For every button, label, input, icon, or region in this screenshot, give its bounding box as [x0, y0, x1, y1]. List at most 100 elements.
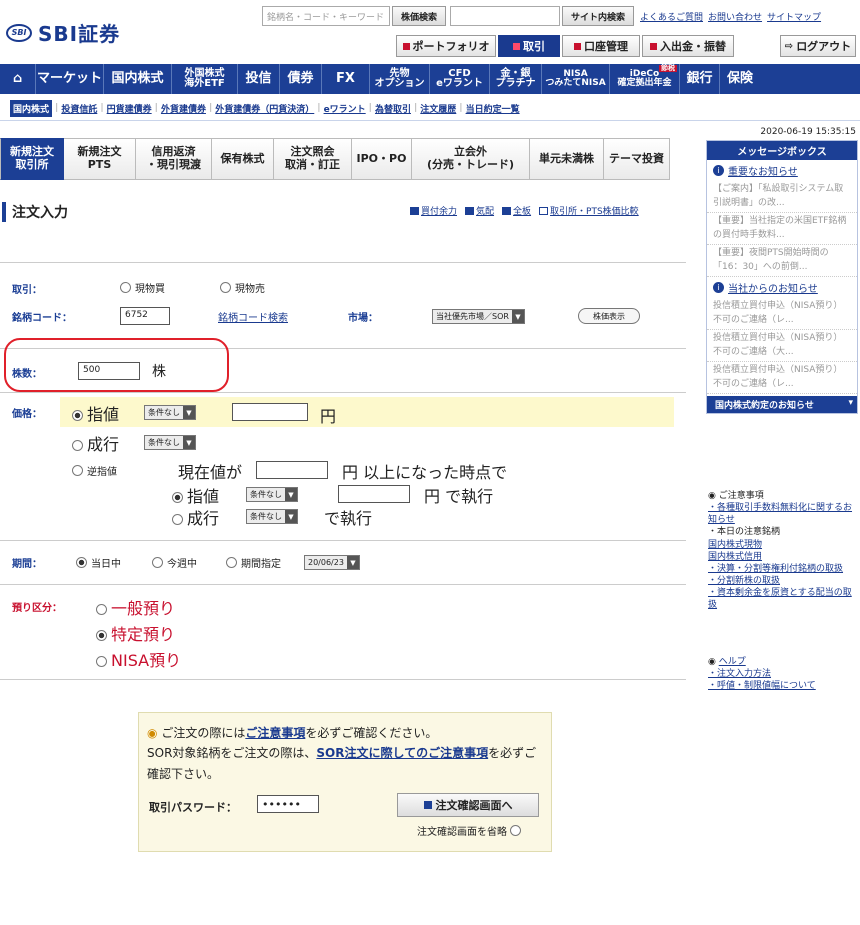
buy-radio[interactable]: 現物買 — [120, 280, 165, 295]
specific-radio[interactable]: 特定預り — [96, 621, 175, 645]
buying-power-link[interactable]: 買付余力 — [410, 204, 457, 217]
today-radio[interactable]: 当日中 — [76, 555, 121, 570]
sbi-logo[interactable]: SBI SBI証券 — [6, 18, 120, 47]
help-item[interactable]: ・呼値・制限値幅について — [708, 680, 856, 692]
tab-theme[interactable]: テーマ投資 — [604, 138, 670, 180]
sor-notes-link[interactable]: SOR注文に際してのご注意事項 — [316, 746, 488, 760]
faq-link[interactable]: よくあるご質問 — [640, 10, 703, 23]
skip-confirm-checkbox[interactable]: 注文確認画面を省略 — [417, 823, 522, 838]
notice-item[interactable]: ・資本剰余金を原資とする配当の取扱 — [708, 587, 856, 611]
stock-search-button[interactable]: 株価検索 — [392, 6, 446, 26]
nav-fund[interactable]: 投信 — [238, 64, 280, 94]
logout-button[interactable]: ⇨ ログアウト — [780, 35, 856, 57]
help-item[interactable]: ・注文入力方法 — [708, 668, 856, 680]
nav-insurance[interactable]: 保険 — [720, 64, 760, 94]
subnav-ewarrant[interactable]: eワラント — [324, 102, 366, 115]
news-item[interactable]: 投信積立買付申込（NISA預り）不可のご連絡（レ... — [707, 362, 857, 394]
nav-fx[interactable]: FX — [322, 64, 370, 94]
notes-link[interactable]: ご注意事項 — [245, 726, 305, 740]
subnav-foreign-bond[interactable]: 外貨建債券 — [161, 102, 206, 115]
tab-new-order-pts[interactable]: 新規注文 PTS — [64, 138, 136, 180]
nav-market[interactable]: マーケット — [36, 64, 104, 94]
notice-item[interactable]: ・決算・分割等権利付銘柄の取扱 — [708, 563, 856, 575]
compare-link[interactable]: 取引所・PTS株価比較 — [539, 204, 639, 217]
help-link[interactable]: ヘルプ — [719, 657, 746, 667]
market-cond-select[interactable]: 条件なし ▼ — [144, 435, 196, 450]
general-radio[interactable]: 一般預り — [96, 595, 175, 619]
tab-deposit[interactable]: 入出金・振替 — [642, 35, 734, 57]
tab-margin-return[interactable]: 信用返済 ・現引現渡 — [136, 138, 212, 180]
code-input[interactable]: 6752 — [120, 307, 170, 325]
notice-item[interactable]: ・各種取引手数料無料化に関するお知らせ — [708, 502, 856, 526]
stop-market-cond-select[interactable]: 条件なし ▼ — [246, 509, 298, 524]
news-item[interactable]: 投信積立買付申込（NISA預り）不可のご連絡（大... — [707, 330, 857, 362]
subnav-fund[interactable]: 投資信託 — [61, 102, 97, 115]
tab-odd-lot[interactable]: 単元未満株 — [530, 138, 604, 180]
nav-bank[interactable]: 銀行 — [680, 64, 720, 94]
tab-order-inquiry[interactable]: 注文照会 取消・訂正 — [274, 138, 352, 180]
nav-cfd[interactable]: CFD eワラント — [430, 64, 490, 94]
stop-limit-cond-select[interactable]: 条件なし ▼ — [246, 487, 298, 502]
tab-holdings[interactable]: 保有株式 — [212, 138, 274, 180]
nav-ideco[interactable]: iDeCo 確定拠出年金 節税 — [610, 64, 680, 94]
tab-new-order-exchange[interactable]: 新規注文 取引所 — [0, 138, 64, 180]
company-notices-link[interactable]: i 当社からのお知らせ — [707, 277, 857, 298]
site-search-button[interactable]: サイト内検索 — [562, 6, 634, 26]
code-search-link[interactable]: 銘柄コード検索 — [218, 309, 288, 324]
nav-foreign-stock[interactable]: 外国株式 海外ETF — [172, 64, 238, 94]
subnav-domestic[interactable]: 国内株式 — [10, 99, 53, 117]
quote-link[interactable]: 気配 — [465, 204, 494, 217]
nav-gold[interactable]: 金・銀 プラチナ — [490, 64, 542, 94]
price-display-button[interactable]: 株価表示 — [578, 308, 640, 324]
confirm-submit-button[interactable]: 注文確認画面へ — [397, 793, 539, 817]
news-item[interactable]: 【重要】夜間PTS開始時間の「16：30」への前倒... — [707, 245, 857, 277]
full-board-link[interactable]: 全板 — [502, 204, 531, 217]
contract-notice-link[interactable]: 国内株式約定のお知らせ ▾ — [707, 396, 857, 413]
contact-link[interactable]: お問い合わせ — [708, 10, 762, 23]
tab-portfolio[interactable]: ポートフォリオ — [396, 35, 496, 57]
stop-limit-price-input[interactable] — [338, 485, 410, 503]
stop-radio[interactable]: 逆指値 — [72, 463, 117, 478]
notice-item[interactable]: 国内株式現物 — [708, 539, 856, 551]
nav-bond[interactable]: 債券 — [280, 64, 322, 94]
news-item[interactable]: 【重要】当社指定の米国ETF銘柄の買付時手数料... — [707, 213, 857, 245]
period-date-select[interactable]: 20/06/23 ▼ — [304, 555, 360, 570]
tab-ipo[interactable]: IPO・PO — [352, 138, 412, 180]
period-specify-radio[interactable]: 期間指定 — [226, 555, 281, 570]
market-select[interactable]: 当社優先市場／SOR ▼ — [432, 309, 525, 324]
subnav-order-history[interactable]: 注文履歴 — [420, 102, 456, 115]
sitemap-link[interactable]: サイトマップ — [767, 10, 821, 23]
notice-item[interactable]: 国内株式信用 — [708, 551, 856, 563]
limit-radio[interactable]: 指値 — [72, 401, 119, 425]
subnav-today-executions[interactable]: 当日約定一覧 — [466, 102, 520, 115]
this-week-radio[interactable]: 今週中 — [152, 555, 197, 570]
stop-trigger-input[interactable] — [256, 461, 328, 479]
news-item[interactable]: 投信積立買付申込（NISA預り）不可のご連絡（レ... — [707, 298, 857, 330]
password-input[interactable]: •••••• — [257, 795, 319, 813]
subnav-foreign-bond-yen[interactable]: 外貨建債券（円貨決済） — [215, 102, 314, 115]
notice-item[interactable]: ・分割新株の取扱 — [708, 575, 856, 587]
home-icon[interactable]: ⌂ — [0, 64, 36, 94]
tab-trade[interactable]: 取引 — [498, 35, 560, 57]
tab-off-floor[interactable]: 立会外 (分売・トレード) — [412, 138, 530, 180]
nav-futures[interactable]: 先物 オプション — [370, 64, 430, 94]
help-header[interactable]: ◉ ヘルプ — [708, 656, 856, 668]
subnav-yen-bond[interactable]: 円貨建債券 — [107, 102, 152, 115]
sell-radio[interactable]: 現物売 — [220, 280, 265, 295]
this-week-label: 今週中 — [167, 559, 197, 570]
subnav-fx-trade[interactable]: 為替取引 — [375, 102, 411, 115]
stop-market-radio[interactable]: 成行 — [172, 505, 219, 529]
nisa-radio[interactable]: NISA預り — [96, 647, 181, 671]
nav-nisa[interactable]: NISA つみたてNISA — [542, 64, 610, 94]
stop-limit-radio[interactable]: 指値 — [172, 483, 219, 507]
nav-domestic-stock[interactable]: 国内株式 — [104, 64, 172, 94]
price-label: 価格： — [12, 409, 42, 420]
stock-search-input[interactable]: 銘柄名・コード・キーワード — [262, 6, 390, 26]
important-notices-link[interactable]: i 重要なお知らせ — [707, 160, 857, 181]
site-search-input[interactable] — [450, 6, 560, 26]
tab-account[interactable]: 口座管理 — [562, 35, 640, 57]
news-item[interactable]: 【ご案内】「私設取引システム取引説明書」の改... — [707, 181, 857, 213]
limit-price-input[interactable] — [232, 403, 308, 421]
limit-cond-select[interactable]: 条件なし ▼ — [144, 405, 196, 420]
market-order-radio[interactable]: 成行 — [72, 431, 119, 455]
